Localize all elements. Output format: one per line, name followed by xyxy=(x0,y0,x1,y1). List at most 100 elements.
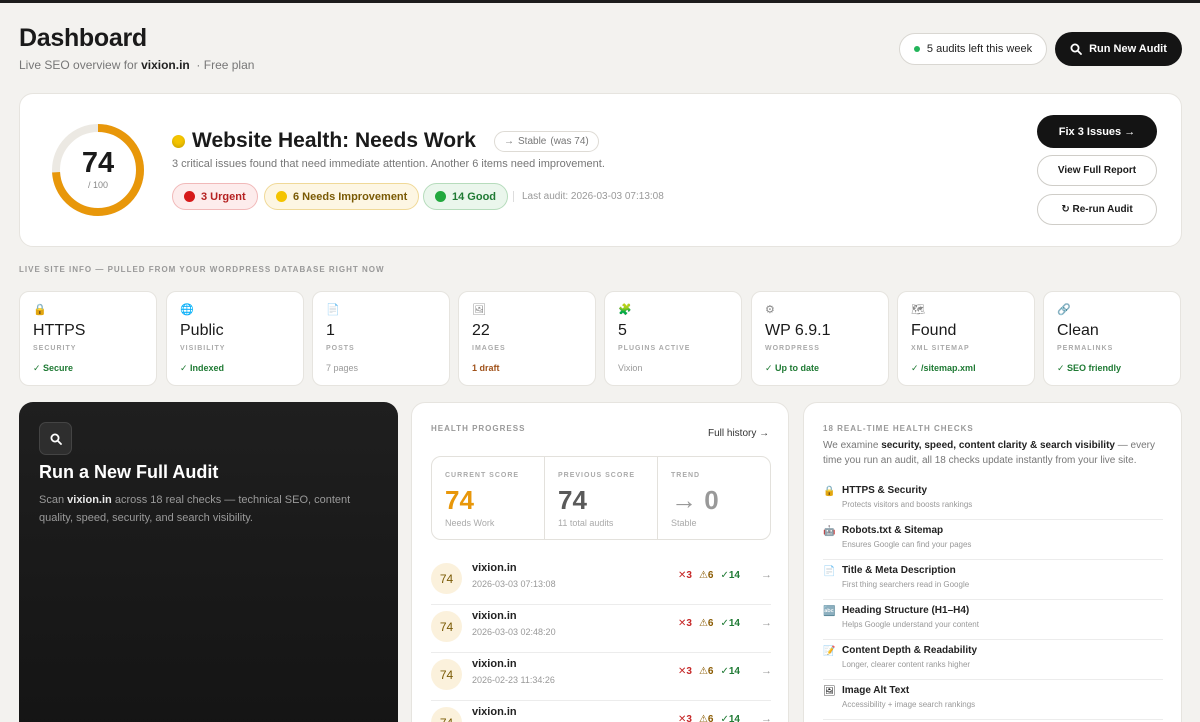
globe-icon: 🌐 xyxy=(180,304,194,316)
current-score: CURRENT SCORE 74 Needs Work xyxy=(432,457,545,539)
info-value: 5 xyxy=(618,322,627,339)
info-label: WORDPRESS xyxy=(765,345,820,352)
document-icon: 📄 xyxy=(326,304,340,316)
trend-score: TREND → 0 Stable xyxy=(671,472,719,528)
info-label: IMAGES xyxy=(472,345,506,352)
audit-history-row[interactable]: 74 vixion.in 2026-02-23 11:34:26 ✕3 ⚠6 ✓14 → xyxy=(431,653,772,701)
run-audit-title: Run a New Full Audit xyxy=(39,462,219,482)
arrow-right-icon[interactable]: → xyxy=(761,665,772,677)
full-history-link[interactable]: Full history → xyxy=(708,428,769,439)
search-icon xyxy=(1070,43,1082,55)
arrow-right-icon[interactable]: → xyxy=(761,569,772,581)
health-checks-label: 18 REAL-TIME HEALTH CHECKS xyxy=(823,424,974,433)
info-label: PLUGINS ACTIVE xyxy=(618,345,691,352)
image-icon: 🖼 xyxy=(823,686,836,697)
health-checks-description: We examine security, speed, content clar… xyxy=(823,440,1155,466)
health-check-item: 🖼 Image Alt Text Accessibility + image sea… xyxy=(823,680,1163,720)
info-card-visibility: 🌐 Public VISIBILITY ✓ Indexed xyxy=(166,291,304,386)
audit-date: 2026-03-03 07:13:08 xyxy=(472,579,556,589)
audit-score-badge: 74 xyxy=(431,563,462,594)
gear-icon: ⚙ xyxy=(765,304,775,316)
last-audit-timestamp: Last audit: 2026-03-03 07:13:08 xyxy=(513,191,664,202)
audit-site: vixion.in xyxy=(472,610,517,622)
status-dot-icon xyxy=(913,46,920,52)
info-value: Found xyxy=(911,322,957,339)
map-icon: 🗺 xyxy=(911,304,925,316)
audit-site: vixion.in xyxy=(472,658,517,670)
info-card-security: 🔒 HTTPS SECURITY ✓ Secure xyxy=(19,291,157,386)
info-card-posts: 📄 1 POSTS 7 pages xyxy=(312,291,450,386)
audit-history-row[interactable]: 74 vixion.in ✕3 ⚠6 ✓14 → xyxy=(431,701,772,722)
good-count: ✓14 xyxy=(720,618,740,629)
audits-left-pill: 5 audits left this week xyxy=(899,33,1047,65)
audit-history-row[interactable]: 74 vixion.in 2026-03-03 02:48:20 ✕3 ⚠6 ✓14 → xyxy=(431,605,772,653)
run-new-audit-button[interactable]: Run New Audit xyxy=(1055,32,1182,66)
health-score-max: / 100 xyxy=(87,180,109,190)
warning-count: ⚠6 xyxy=(698,618,714,629)
health-check-item: 🤖 Robots.txt & Sitemap Ensures Google can … xyxy=(823,520,1163,560)
health-progress-card: HEALTH PROGRESS Full history → CURRENT S… xyxy=(411,402,789,722)
audit-site: vixion.in xyxy=(472,562,517,574)
good-count: ✓14 xyxy=(720,714,740,722)
audit-site: vixion.in xyxy=(472,706,517,718)
arrow-right-icon[interactable]: → xyxy=(761,617,772,629)
info-card-xml-sitemap: 🗺 Found XML SITEMAP ✓ /sitemap.xml xyxy=(897,291,1035,386)
check-title: Heading Structure (H1–H4) xyxy=(842,605,970,616)
info-status: 7 pages xyxy=(326,363,359,373)
audit-date: 2026-03-03 02:48:20 xyxy=(472,627,556,637)
check-title: Image Alt Text xyxy=(842,685,910,696)
audit-counts: ✕3 ⚠6 ✓14 xyxy=(678,666,740,677)
info-label: VISIBILITY xyxy=(180,345,226,352)
audit-history-row[interactable]: 74 vixion.in 2026-03-03 07:13:08 ✕3 ⚠6 ✓14 → xyxy=(431,557,772,605)
warning-status-icon xyxy=(172,135,185,148)
rerun-audit-button[interactable]: ↻ Re-run Audit xyxy=(1037,194,1157,225)
arrow-right-icon[interactable]: → xyxy=(761,713,772,722)
health-checks-card: 18 REAL-TIME HEALTH CHECKS We examine se… xyxy=(803,402,1182,722)
check-subtitle: Accessibility + image search rankings xyxy=(842,700,976,709)
urgent-badge[interactable]: 3 Urgent xyxy=(172,183,258,210)
check-subtitle: Protects visitors and boosts rankings xyxy=(842,500,973,509)
health-check-item: 🔒 HTTPS & Security Protects visitors and b… xyxy=(823,480,1163,520)
good-badge[interactable]: 14 Good xyxy=(423,183,509,210)
info-card-plugins-active: 🧩 5 PLUGINS ACTIVE Vixion xyxy=(604,291,742,386)
check-subtitle: Ensures Google can find your pages xyxy=(842,540,972,549)
info-value: WP 6.9.1 xyxy=(765,322,831,339)
health-check-item: 📝 Content Depth & Readability Longer, clea… xyxy=(823,640,1163,680)
info-status: Vixion xyxy=(618,363,643,373)
fix-issues-button[interactable]: Fix 3 Issues → xyxy=(1037,115,1157,148)
audit-date: 2026-02-23 11:34:26 xyxy=(472,675,555,685)
health-score-value: 74 xyxy=(81,147,115,179)
info-card-permalinks: 🔗 Clean PERMALINKS ✓ SEO friendly xyxy=(1043,291,1181,386)
robot-icon: 🤖 xyxy=(823,526,836,537)
info-card-images: 🖼 22 IMAGES 1 draft xyxy=(458,291,596,386)
run-audit-card: Run a New Full Audit Scan vixion.in acro… xyxy=(19,402,398,722)
previous-score: PREVIOUS SCORE 74 11 total audits xyxy=(545,457,658,539)
health-description: 3 critical issues found that need immedi… xyxy=(172,158,605,170)
needs-improvement-badge[interactable]: 6 Needs Improvement xyxy=(264,183,420,210)
info-value: HTTPS xyxy=(33,322,86,339)
audit-counts: ✕3 ⚠6 ✓14 xyxy=(678,618,740,629)
search-icon-tile[interactable] xyxy=(39,422,72,455)
score-summary: CURRENT SCORE 74 Needs Work PREVIOUS SCO… xyxy=(431,456,771,540)
urgent-count: ✕3 xyxy=(678,618,692,629)
good-count: ✓14 xyxy=(720,666,740,677)
audit-score-badge: 74 xyxy=(431,659,462,690)
link-icon: 🔗 xyxy=(1057,304,1071,316)
document-icon: 📄 xyxy=(823,566,836,577)
health-check-item: 📄 Title & Meta Description First thing sea… xyxy=(823,560,1163,600)
good-count: ✓14 xyxy=(720,570,740,581)
health-check-item: 🔤 Heading Structure (H1–H4) Helps Google u… xyxy=(823,600,1163,640)
page-title: Dashboard xyxy=(19,24,147,52)
arrow-right-icon: → xyxy=(504,136,514,147)
check-title: Content Depth & Readability xyxy=(842,645,978,656)
red-dot-icon xyxy=(184,191,195,202)
audit-counts: ✕3 ⚠6 ✓14 xyxy=(678,570,740,581)
health-card: 74 / 100 Website Health: Needs Work → St… xyxy=(19,93,1182,247)
check-title: Robots.txt & Sitemap xyxy=(842,525,944,536)
lock-icon: 🔒 xyxy=(33,304,47,316)
view-full-report-button[interactable]: View Full Report xyxy=(1037,155,1157,186)
urgent-count: ✕3 xyxy=(678,666,692,677)
check-subtitle: First thing searchers read in Google xyxy=(842,580,970,589)
yellow-dot-icon xyxy=(276,191,287,202)
info-label: POSTS xyxy=(326,345,355,352)
